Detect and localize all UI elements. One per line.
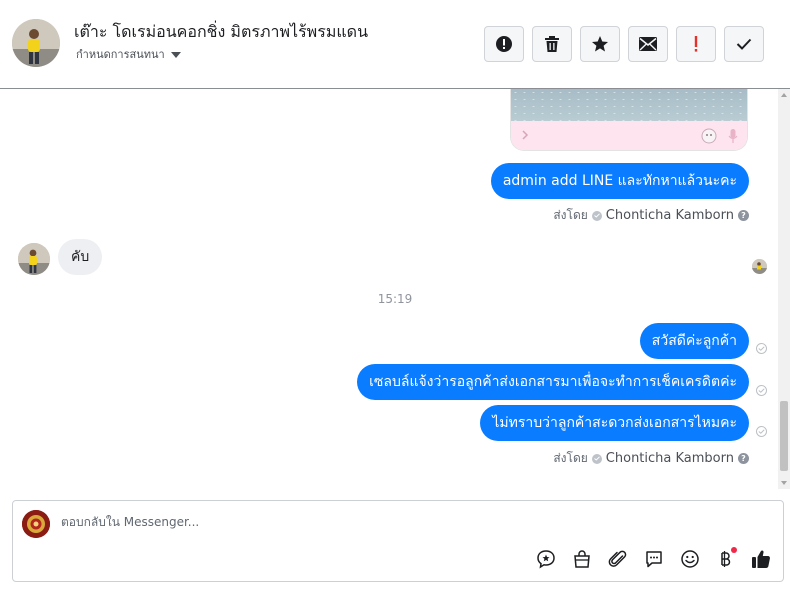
spam-button[interactable]: [484, 26, 524, 62]
mark-unread-button[interactable]: [628, 26, 668, 62]
envelope-icon: [639, 37, 657, 51]
contact-avatar-small[interactable]: [18, 243, 50, 275]
sender-name[interactable]: Chonticha Kamborn: [606, 208, 734, 223]
mark-done-button[interactable]: [724, 26, 764, 62]
reply-input[interactable]: [61, 515, 661, 529]
sent-by-label: ส่งโดย: [553, 451, 588, 465]
outgoing-message[interactable]: สวัสดีค่ะลูกค้า: [639, 323, 749, 359]
sent-by-label: ส่งโดย: [553, 208, 588, 222]
paperclip-icon: [608, 550, 627, 567]
verified-icon: [591, 453, 602, 464]
verified-icon: [591, 210, 602, 221]
conversation-settings-label: กำหนดการสนทนา: [76, 48, 165, 61]
image-attachment[interactable]: [510, 89, 748, 151]
help-icon[interactable]: ?: [738, 210, 749, 221]
thumbs-up-icon: [752, 550, 770, 568]
like-button[interactable]: [749, 547, 773, 571]
star-icon: [592, 36, 608, 52]
page-avatar: [22, 510, 50, 538]
conversation-settings-menu[interactable]: กำหนดการสนทนา: [76, 45, 181, 63]
trash-icon: [545, 36, 559, 52]
conversation-header: เต๊าะ โดเรม่อนคอกชิ่ง มิตรภาพไร้พรมแดน ก…: [0, 0, 790, 89]
image-content-bottom: [511, 121, 747, 150]
sent-by-info: ส่งโดย Chonticha Kamborn ?: [553, 206, 749, 225]
quick-replies-button[interactable]: [642, 547, 666, 571]
emoji-face-icon: [701, 128, 717, 144]
contact-name[interactable]: เต๊าะ โดเรม่อนคอกชิ่ง มิตรภาพไร้พรมแดน: [74, 20, 368, 45]
delete-button[interactable]: [532, 26, 572, 62]
scroll-up-arrow-icon[interactable]: [781, 93, 787, 97]
shopping-bag-icon: [574, 550, 590, 568]
sent-check-icon: [756, 343, 767, 354]
sent-check-icon: [756, 385, 767, 396]
outgoing-message[interactable]: ไม่ทราบว่าลูกค้าสะดวกส่งเอกสารไหมคะ: [480, 405, 749, 441]
outgoing-message[interactable]: admin add LINE และทักหาแล้วนะคะ: [490, 163, 749, 199]
payment-button[interactable]: [713, 547, 737, 571]
chat-star-icon: [537, 550, 555, 569]
scroll-down-arrow-icon[interactable]: [781, 481, 787, 485]
exclamation-icon: [694, 36, 698, 52]
message-scrollbar[interactable]: [778, 89, 790, 489]
contact-avatar[interactable]: [12, 19, 60, 67]
help-icon[interactable]: ?: [738, 453, 749, 464]
sender-name[interactable]: Chonticha Kamborn: [606, 451, 734, 466]
scrollbar-thumb[interactable]: [780, 401, 788, 471]
notification-dot: [731, 547, 737, 553]
message-timestamp: 15:19: [377, 292, 413, 306]
attach-file-button[interactable]: [606, 547, 630, 571]
smiley-icon: [681, 550, 699, 568]
incoming-message[interactable]: คับ: [58, 239, 103, 275]
follow-up-button[interactable]: [676, 26, 716, 62]
microphone-icon: [728, 129, 738, 143]
saved-replies-button[interactable]: [534, 547, 558, 571]
outgoing-message[interactable]: เซลบล์แจ้งว่ารอลูกค้าส่งเอกสารมาเพื่อจะท…: [357, 364, 749, 400]
sent-by-info: ส่งโดย Chonticha Kamborn ?: [553, 449, 749, 468]
star-button[interactable]: [580, 26, 620, 62]
sent-check-icon: [756, 426, 767, 437]
shop-button[interactable]: [570, 547, 594, 571]
chevron-right-icon: [522, 130, 529, 140]
emoji-button[interactable]: [678, 547, 702, 571]
caret-down-icon: [170, 51, 181, 58]
checkmark-icon: [736, 38, 752, 50]
chat-bubble-icon: [646, 551, 662, 568]
seen-by-avatar: [752, 259, 767, 274]
alert-circle-icon: [496, 36, 512, 52]
reply-composer: [12, 500, 784, 582]
message-thread[interactable]: admin add LINE และทักหาแล้วนะคะ ส่งโดย C…: [0, 89, 790, 489]
